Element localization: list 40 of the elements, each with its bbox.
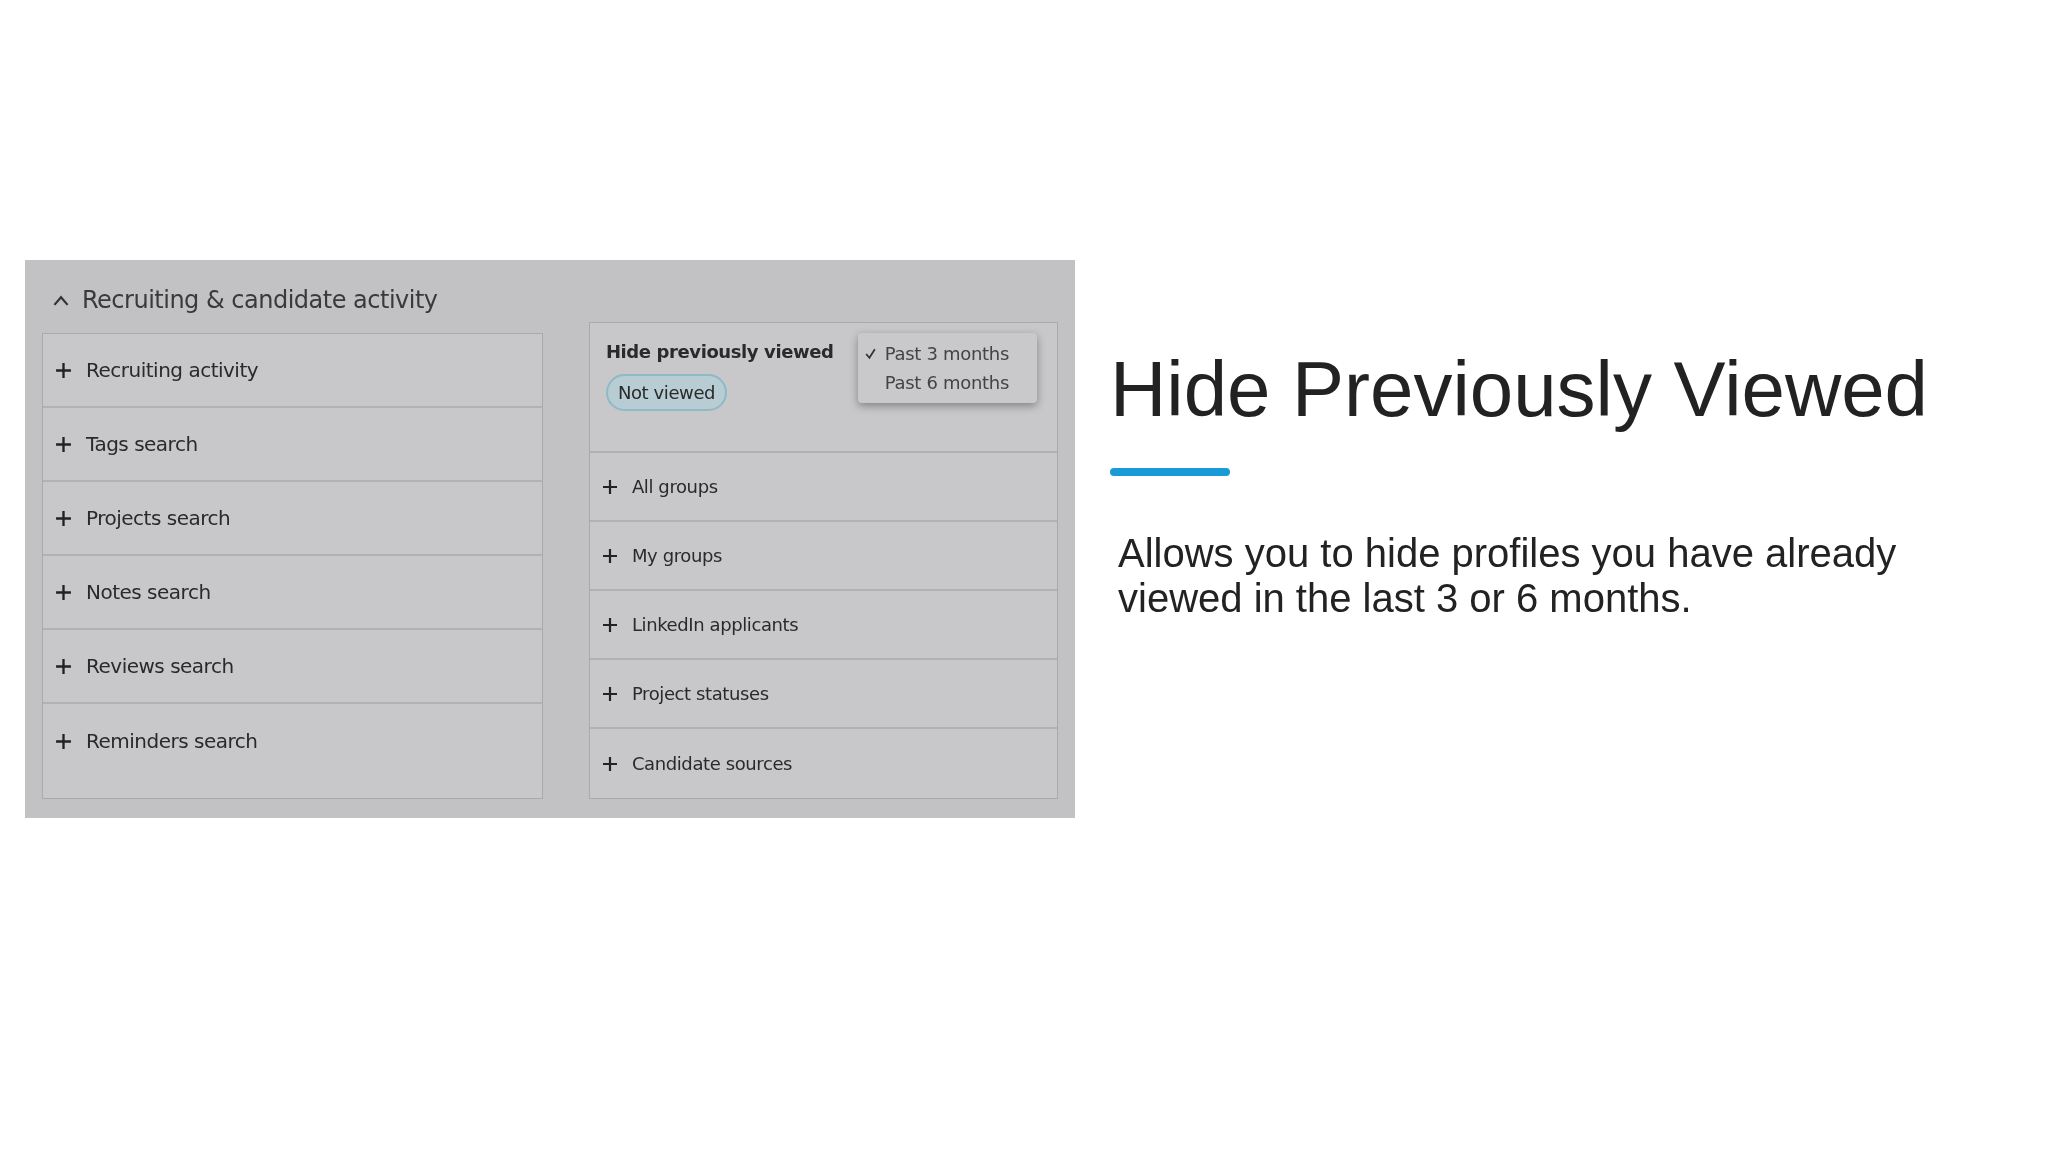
filter-row[interactable]: Project statuses <box>589 660 1057 729</box>
plus-icon <box>601 616 618 633</box>
filter-row[interactable]: All groups <box>589 453 1057 522</box>
filter-row[interactable]: Projects search <box>43 482 542 556</box>
plus-icon <box>55 732 72 750</box>
filter-label: Tags search <box>86 432 198 456</box>
filter-label: Project statuses <box>631 683 769 704</box>
menu-option[interactable]: Past 3 months <box>863 339 1009 368</box>
filter-row[interactable]: Notes search <box>43 556 542 630</box>
filter-row[interactable]: Reviews search <box>43 630 542 704</box>
plus-icon <box>55 509 72 527</box>
filter-label: Projects search <box>86 506 231 530</box>
filter-title: Hide previously viewed <box>605 341 834 362</box>
filter-label: All groups <box>631 476 718 497</box>
filter-row[interactable]: Reminders search <box>43 704 542 778</box>
filter-row[interactable]: Tags search <box>43 408 542 482</box>
filter-label: Recruiting activity <box>86 358 259 382</box>
plus-icon <box>601 478 618 495</box>
menu-option[interactable]: Past 6 months <box>863 368 1009 397</box>
plus-icon <box>55 657 72 675</box>
filter-label: Candidate sources <box>631 753 793 774</box>
plus-icon <box>55 435 72 453</box>
caret-icon[interactable] <box>52 294 70 306</box>
filter-row[interactable]: My groups <box>589 522 1057 591</box>
section-title: Recruiting & candidate activity <box>82 286 438 314</box>
plus-icon <box>55 583 72 601</box>
slide-body-text: Allows you to hide profiles you have already viewed in the last 3 or 6 months. <box>1118 531 1898 622</box>
filter-label: LinkedIn applicants <box>631 614 799 635</box>
filter-label: Notes search <box>86 580 211 604</box>
filter-row[interactable]: Candidate sources <box>589 729 1057 798</box>
filter-label: My groups <box>631 545 722 566</box>
filter-label: Reminders search <box>86 729 258 753</box>
plus-icon <box>55 361 72 379</box>
filter-label: Reviews search <box>86 654 234 678</box>
filter-row[interactable]: LinkedIn applicants <box>589 591 1057 660</box>
filter-chip[interactable]: Not viewed <box>605 374 728 411</box>
plus-icon <box>601 685 618 702</box>
plus-icon <box>601 547 618 564</box>
plus-icon <box>601 755 618 772</box>
filter-row[interactable]: Recruiting activity <box>43 334 542 408</box>
